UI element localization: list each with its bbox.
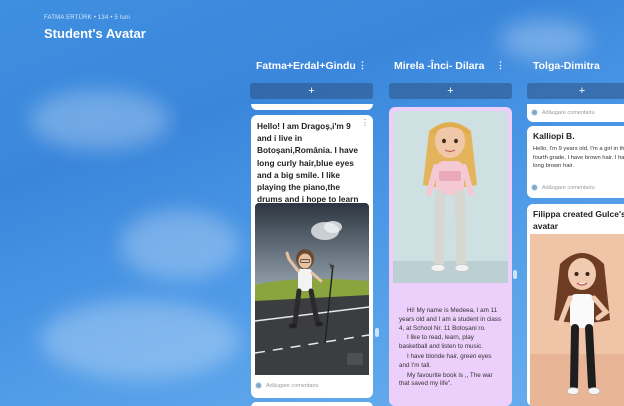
comment-placeholder: Adăugare comentariu	[266, 382, 319, 389]
post-text: Hello, I'm 9 years old, I'm a girl in th…	[533, 146, 624, 170]
comment-input[interactable]: Adăugare comentariu	[255, 382, 319, 389]
background-cloud	[40, 300, 240, 380]
background-cloud	[30, 90, 170, 150]
board-author-meta: FATMA ERTÜRK • 134 • 5 luni	[44, 15, 131, 21]
comment-input[interactable]: Adăugare comentariu	[531, 109, 595, 116]
post-card[interactable]: Filippa created Gulce's avatar	[527, 204, 624, 406]
add-post-button[interactable]: +	[527, 83, 624, 99]
post-title: Filippa created Gulce's avatar	[533, 209, 624, 231]
comment-placeholder: Adăugare comentariu	[542, 184, 595, 191]
user-avatar-icon	[531, 184, 538, 191]
post-more-icon[interactable]: ⋮	[361, 118, 369, 127]
column-more-icon[interactable]: ⋮	[496, 60, 505, 71]
avatar-image	[255, 203, 369, 375]
post-card[interactable]: Kalliopi B. Hello, I'm 9 years old, I'm …	[527, 126, 624, 198]
avatar-image	[393, 111, 508, 283]
post-card-stub: Adăugare comentariu	[527, 104, 624, 122]
user-avatar-icon	[531, 109, 538, 116]
column-scrollbar[interactable]	[513, 270, 517, 279]
board-title: Student's Avatar	[44, 26, 146, 41]
column-more-icon[interactable]: ⋮	[358, 60, 367, 71]
comment-input[interactable]: Adăugare comentariu	[531, 184, 595, 191]
post-text: Hi! My name is Medeea, I am 11 years old…	[391, 307, 511, 390]
post-paragraph: I have blonde hair, green eyes and I'm t…	[399, 352, 492, 369]
avatar-image	[530, 234, 624, 406]
post-card[interactable]: ⋮ Hello! I am Dragoș,i'm 9 and i live in…	[251, 115, 373, 398]
post-title: Kalliopi B.	[533, 131, 575, 141]
background-cloud	[500, 20, 590, 60]
post-card[interactable]: ⋮ Hi! My name is Medeea, I am 11 years o…	[389, 107, 512, 406]
background-cloud	[120, 210, 240, 280]
post-card-stub	[251, 104, 373, 110]
column-title[interactable]: Mirela -Înci- Dilara	[394, 60, 484, 72]
post-card-stub	[251, 402, 373, 406]
comment-placeholder: Adăugare comentariu	[542, 109, 595, 116]
post-paragraph: I like to read, learn, play basketball a…	[399, 334, 484, 351]
column-scrollbar[interactable]	[375, 328, 379, 337]
post-paragraph: Hi! My name is Medeea, I am 11 years old…	[399, 307, 502, 332]
column-title[interactable]: Fatma+Erdal+Gindu	[256, 60, 356, 72]
add-post-button[interactable]: +	[389, 83, 512, 99]
column-title[interactable]: Tolga-Dimitra	[533, 60, 600, 72]
post-paragraph: My favourite book is ,, The war that sav…	[399, 371, 493, 388]
add-post-button[interactable]: +	[250, 83, 373, 99]
user-avatar-icon	[255, 382, 262, 389]
